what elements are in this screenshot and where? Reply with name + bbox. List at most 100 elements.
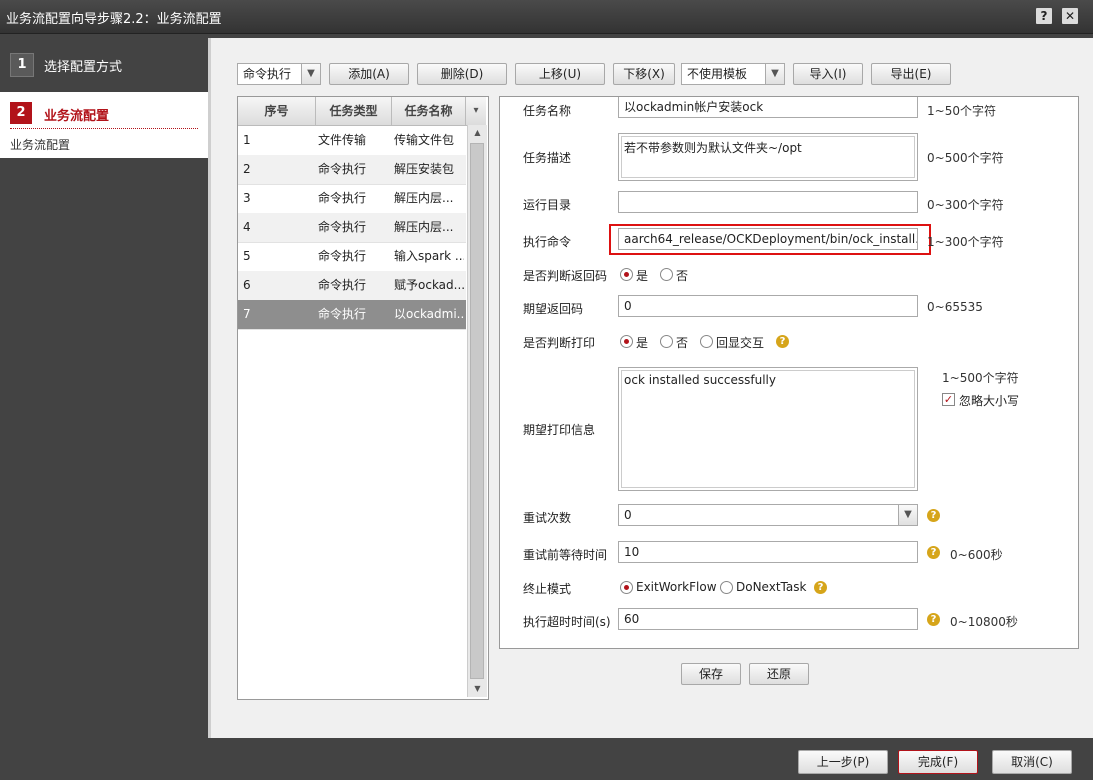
judge-return-no-radio[interactable]: [660, 268, 673, 281]
task-table: 序号 任务类型 任务名称 ▾ 1 文件传输 传输文件包 2 命令执行 解压安装包…: [237, 96, 489, 700]
column-header-type[interactable]: 任务类型: [316, 97, 392, 125]
divider: [10, 128, 198, 129]
table-row-selected[interactable]: 7 命令执行 以ockadmi...: [238, 300, 466, 330]
footer-bar: 上一步(P) 完成(F) 取消(C): [0, 738, 1093, 780]
retry-wait-input[interactable]: 10: [618, 541, 918, 563]
cell-name: 输入spark ...: [394, 249, 464, 263]
cell-id: 4: [243, 220, 251, 234]
stop-mode-exit-label: ExitWorkFlow: [636, 580, 717, 594]
stop-mode-next-radio[interactable]: [720, 581, 733, 594]
judge-return-yes-label: 是: [636, 269, 649, 283]
ignore-case-checkbox[interactable]: ✓: [942, 393, 955, 406]
expect-return-input[interactable]: 0: [618, 295, 918, 317]
chevron-down-icon: ▼: [898, 505, 917, 525]
cancel-button[interactable]: 取消(C): [992, 750, 1072, 774]
expect-print-textarea[interactable]: ock installed successfully: [618, 367, 918, 491]
cell-id: 1: [243, 133, 251, 147]
step-select-config-mode[interactable]: 1 选择配置方式: [0, 48, 208, 78]
judge-print-yes-radio[interactable]: [620, 335, 633, 348]
table-scrollbar[interactable]: ▲ ▼: [467, 125, 487, 697]
main-content: 命令执行 ▼ 添加(A) 删除(D) 上移(U) 下移(X) 不使用模板 ▼ 导…: [208, 38, 1093, 738]
template-select[interactable]: 不使用模板 ▼: [681, 63, 785, 85]
expect-return-label: 期望返回码: [523, 302, 584, 316]
title-bar: 业务流配置向导步骤2.2：业务流配置 ? ✕: [0, 0, 1093, 34]
column-menu-icon[interactable]: ▾: [466, 97, 486, 126]
close-icon[interactable]: ✕: [1062, 8, 1078, 24]
table-row[interactable]: 1 文件传输 传输文件包: [238, 126, 466, 156]
scroll-down-icon[interactable]: ▼: [468, 681, 487, 697]
import-button[interactable]: 导入(I): [793, 63, 863, 85]
cell-type: 命令执行: [318, 278, 367, 292]
task-desc-hint: 0~500个字符: [927, 151, 1004, 165]
sub-step-label[interactable]: 业务流配置: [10, 136, 70, 153]
prev-button[interactable]: 上一步(P): [798, 750, 888, 774]
column-header-name[interactable]: 任务名称: [392, 97, 466, 125]
scroll-up-icon[interactable]: ▲: [468, 125, 487, 141]
wizard-steps: 1 选择配置方式 2 业务流配置 业务流配置: [0, 34, 208, 780]
judge-print-echo-label: 回显交互: [716, 336, 765, 350]
help-icon[interactable]: ?: [927, 546, 940, 559]
retry-value: 0: [624, 508, 632, 522]
run-dir-label: 运行目录: [523, 198, 572, 212]
timeout-input[interactable]: 60: [618, 608, 918, 630]
expect-print-value: ock installed successfully: [621, 370, 915, 488]
restore-button[interactable]: 还原: [749, 663, 809, 685]
task-desc-value: 若不带参数则为默认文件夹~/opt: [621, 136, 915, 178]
cell-type: 命令执行: [318, 162, 367, 176]
judge-print-echo-radio[interactable]: [700, 335, 713, 348]
run-dir-input[interactable]: [618, 191, 918, 213]
save-button[interactable]: 保存: [681, 663, 741, 685]
help-icon[interactable]: ?: [927, 613, 940, 626]
stop-mode-next-label: DoNextTask: [736, 580, 807, 594]
table-row[interactable]: 2 命令执行 解压安装包: [238, 155, 466, 185]
run-dir-hint: 0~300个字符: [927, 198, 1004, 212]
exec-cmd-input[interactable]: aarch64_release/OCKDeployment/bin/ock_in…: [618, 228, 918, 250]
finish-button[interactable]: 完成(F): [898, 750, 978, 774]
judge-return-yes-radio[interactable]: [620, 268, 633, 281]
table-row[interactable]: 5 命令执行 输入spark ...: [238, 242, 466, 272]
judge-print-label: 是否判断打印: [523, 336, 596, 350]
task-desc-textarea[interactable]: 若不带参数则为默认文件夹~/opt: [618, 133, 918, 181]
retry-select[interactable]: 0 ▼: [618, 504, 918, 526]
task-name-label: 任务名称: [523, 104, 572, 118]
add-button[interactable]: 添加(A): [329, 63, 409, 85]
cell-name: 解压安装包: [394, 162, 455, 176]
judge-print-no-radio[interactable]: [660, 335, 673, 348]
table-row[interactable]: 3 命令执行 解压内层...: [238, 184, 466, 214]
help-icon[interactable]: ?: [814, 581, 827, 594]
template-value: 不使用模板: [687, 67, 748, 81]
move-down-button[interactable]: 下移(X): [613, 63, 675, 85]
cell-name: 解压内层...: [394, 191, 454, 205]
cell-name: 赋予ockad...: [394, 278, 464, 292]
delete-button[interactable]: 删除(D): [417, 63, 507, 85]
help-icon[interactable]: ?: [776, 335, 789, 348]
column-header-id[interactable]: 序号: [238, 97, 316, 125]
chevron-down-icon: ▼: [765, 64, 784, 84]
table-row[interactable]: 6 命令执行 赋予ockad...: [238, 271, 466, 301]
export-button[interactable]: 导出(E): [871, 63, 951, 85]
task-type-select[interactable]: 命令执行 ▼: [237, 63, 321, 85]
cell-type: 命令执行: [318, 307, 367, 321]
retry-label: 重试次数: [523, 511, 572, 525]
stop-mode-label: 终止模式: [523, 582, 572, 596]
retry-wait-hint: 0~600秒: [950, 548, 1003, 562]
retry-wait-label: 重试前等待时间: [523, 548, 608, 562]
cell-type: 命令执行: [318, 220, 367, 234]
help-icon[interactable]: ?: [1036, 8, 1052, 24]
table-row[interactable]: 4 命令执行 解压内层...: [238, 213, 466, 243]
scroll-thumb[interactable]: [470, 143, 484, 679]
table-header: 序号 任务类型 任务名称: [238, 97, 466, 126]
task-name-input[interactable]: 以ockadmin帐户安装ock: [618, 97, 918, 118]
task-name-hint: 1~50个字符: [927, 104, 996, 118]
move-up-button[interactable]: 上移(U): [515, 63, 605, 85]
step-workflow-config[interactable]: 2 业务流配置 业务流配置: [0, 92, 208, 158]
judge-print-no-label: 否: [676, 336, 689, 350]
help-icon[interactable]: ?: [927, 509, 940, 522]
stop-mode-exit-radio[interactable]: [620, 581, 633, 594]
judge-return-no-label: 否: [676, 269, 689, 283]
cell-type: 命令执行: [318, 191, 367, 205]
cell-type: 命令执行: [318, 249, 367, 263]
cell-name: 传输文件包: [394, 133, 455, 147]
cell-type: 文件传输: [318, 133, 367, 147]
cell-id: 3: [243, 191, 251, 205]
